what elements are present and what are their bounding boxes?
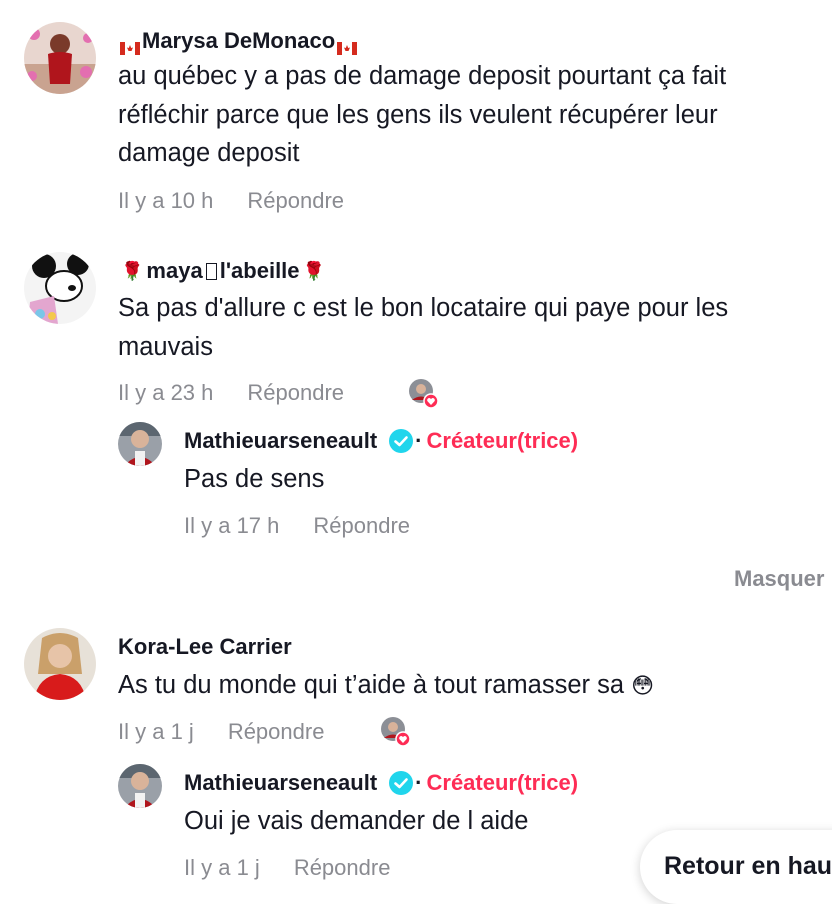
comment-time: Il y a 1 j [118,719,194,744]
rose-icon: 🌹 [302,261,325,281]
creator-badge: Créateur(trice) [426,428,579,453]
missing-glyph-icon [205,262,217,280]
reply-button[interactable]: Répondre [228,719,325,744]
creator-badge: Créateur(trice) [426,770,579,795]
comment-meta: Il y a 1 j Répondre [118,719,324,745]
username-text: maya [146,258,203,283]
comment-meta: Il y a 23 h Répondre [118,380,344,406]
canada-flag-icon [337,35,358,55]
comment-username[interactable]: Kora-Lee Carrier [118,634,292,660]
username-text: Mathieuarseneault [184,428,378,453]
separator-dot: · [415,770,423,795]
avatar[interactable] [24,628,96,700]
username-text: Kora-Lee Carrier [118,634,292,659]
hide-replies-button[interactable]: Masquer [734,566,832,592]
reply-button[interactable]: Répondre [247,188,344,213]
username-text: Mathieuarseneault [184,770,378,795]
comment-text-content: As tu du monde qui t’aide à tout ramasse… [118,671,625,699]
verified-icon [389,771,414,795]
canada-flag-icon [120,35,140,55]
creator-liked-icon [380,716,411,747]
reply-button[interactable]: Répondre [294,855,391,880]
comment-text: Sa pas d'allure c est le bon locataire q… [118,294,729,361]
comment-username[interactable]: Marysa DeMonaco [118,28,359,55]
flushed-emoji: 😳 [631,673,655,698]
username-text: Marysa DeMonaco [142,28,336,53]
username-suffix: l'abeille [219,258,300,283]
reply-meta: Il y a 17 h Répondre [184,513,410,539]
comment-time: Il y a 10 h [118,188,214,213]
reply-username[interactable]: Mathieuarseneault · Créateur(trice) [184,428,578,454]
avatar[interactable] [118,422,162,466]
avatar[interactable] [24,252,96,324]
reply-meta: Il y a 1 j Répondre [184,855,390,881]
comment-text: As tu du monde qui t’aide à tout ramasse… [118,666,808,706]
verified-icon [389,429,414,453]
comment-meta: Il y a 10 h Répondre [118,188,344,214]
reply-text: Pas de sens [184,465,325,493]
reply-username[interactable]: Mathieuarseneault · Créateur(trice) [184,770,578,796]
comment-time: Il y a 23 h [118,380,214,405]
separator-dot: · [415,428,423,453]
comment-text: au québec y a pas de damage deposit pour… [118,62,727,167]
reply-time: Il y a 1 j [184,855,260,880]
rose-icon: 🌹 [121,261,144,281]
creator-liked-icon [408,378,439,409]
avatar[interactable] [24,22,96,94]
comment-username[interactable]: 🌹 maya l'abeille 🌹 [118,258,328,284]
reply-button[interactable]: Répondre [313,513,410,538]
reply-button[interactable]: Répondre [247,380,344,405]
back-to-top-label: Retour en haut [664,852,832,880]
avatar[interactable] [118,764,162,808]
back-to-top-button[interactable]: Retour en haut [640,830,832,904]
reply-time: Il y a 17 h [184,513,280,538]
